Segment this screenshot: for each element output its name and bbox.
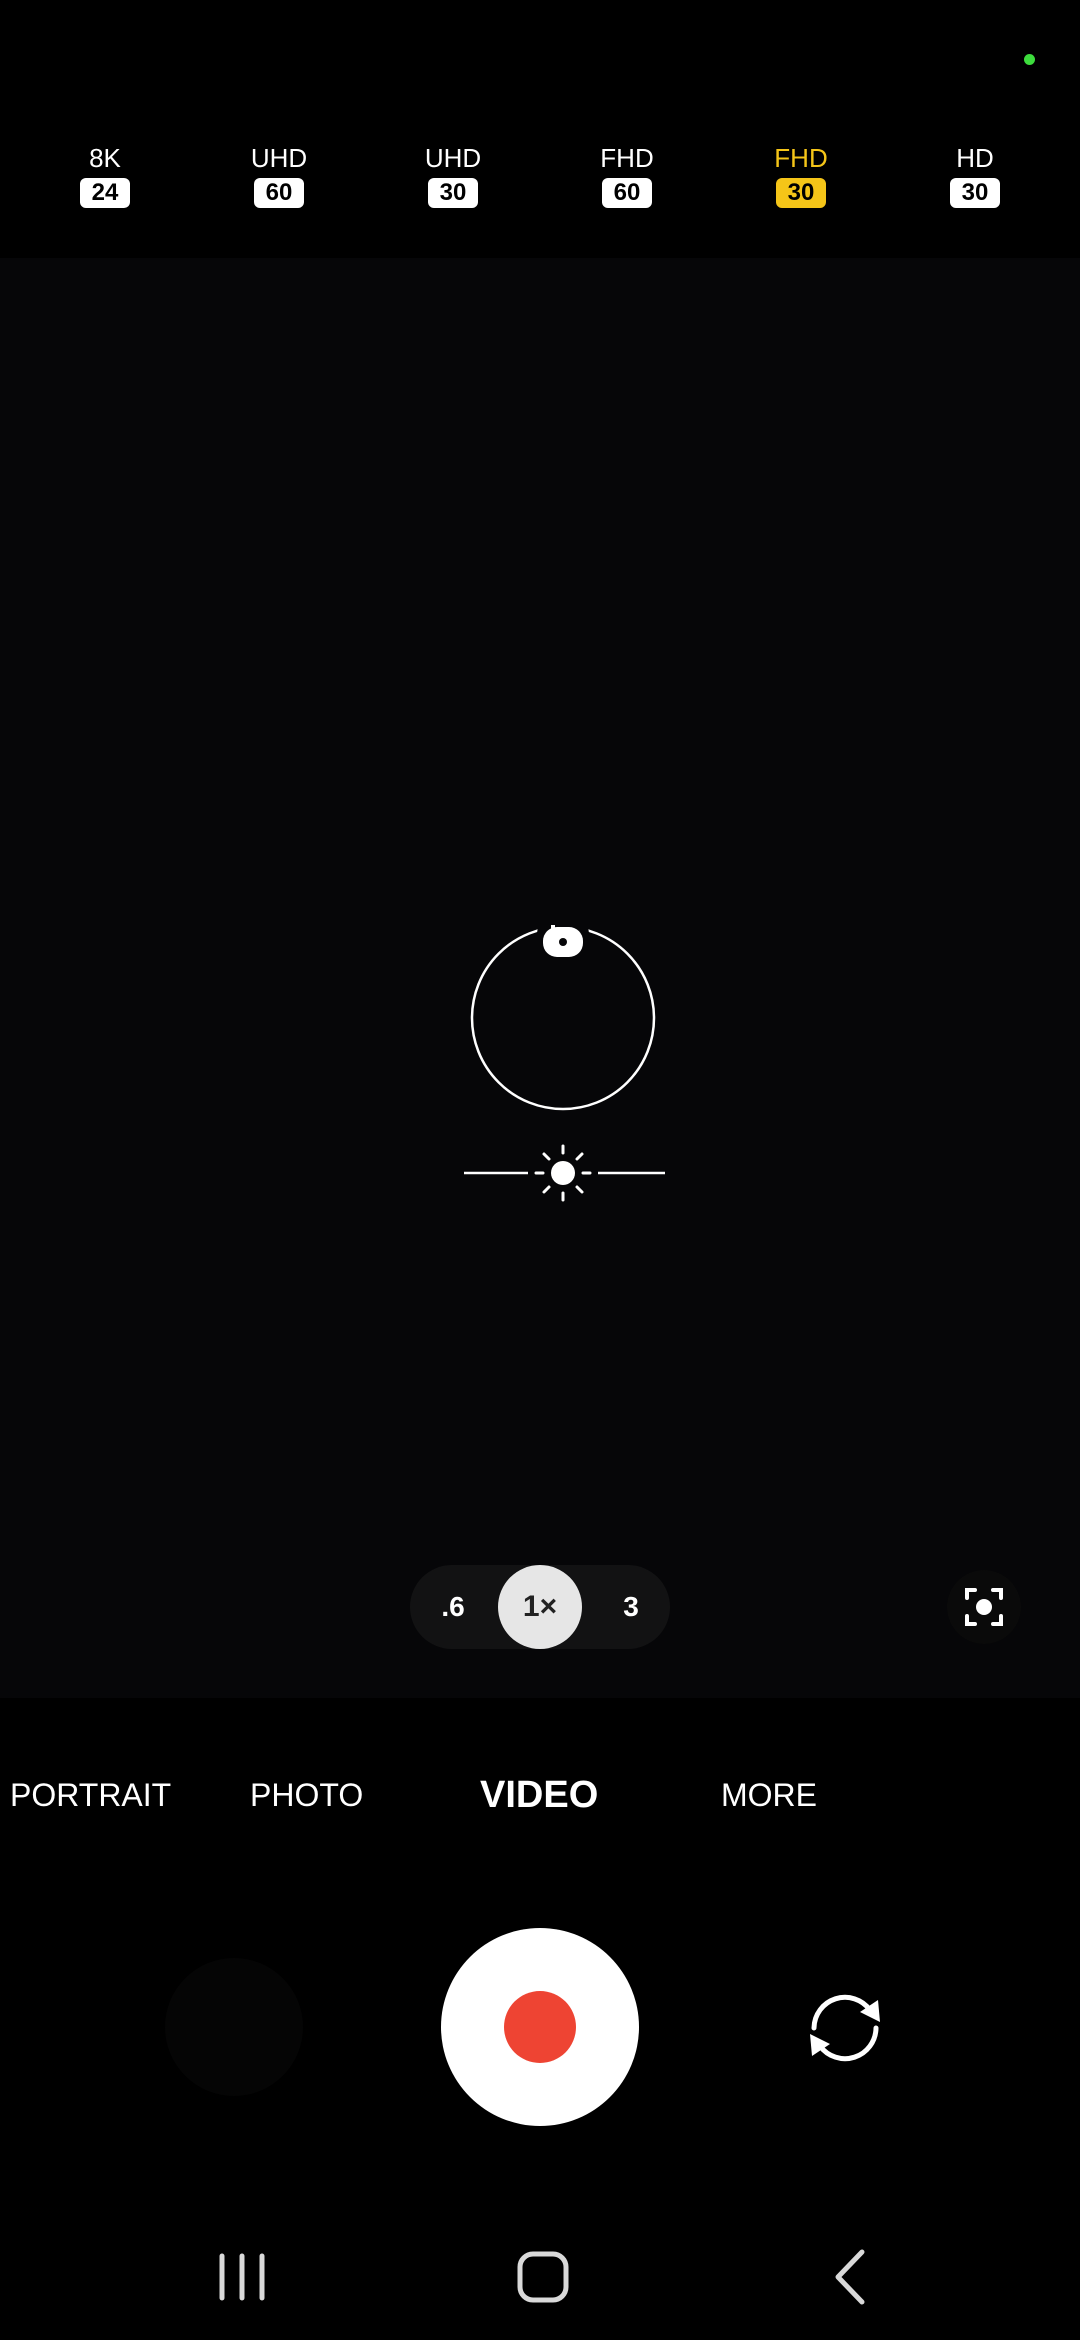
camera-mode-selector: PORTRAIT PHOTO VIDEO MORE — [0, 1760, 1080, 1830]
mode-photo[interactable]: PHOTO — [250, 1760, 363, 1830]
fps-badge: 30 — [428, 178, 478, 208]
privacy-indicator-dot — [1024, 54, 1035, 65]
zoom-3-button[interactable]: 3 — [606, 1565, 656, 1649]
recents-icon[interactable] — [202, 2242, 282, 2312]
back-icon[interactable] — [810, 2242, 890, 2312]
resolution-option-uhd-60[interactable]: UHD 60 — [219, 140, 339, 208]
gallery-thumbnail[interactable] — [165, 1958, 303, 2096]
resolution-label: UHD — [250, 143, 308, 173]
scene-optimizer-icon[interactable] — [947, 1570, 1021, 1644]
zoom-1x-button[interactable]: 1× — [498, 1565, 582, 1649]
resolution-label: FHD — [774, 143, 828, 173]
resolution-option-fhd-60[interactable]: FHD 60 — [567, 140, 687, 208]
focus-ring[interactable] — [470, 925, 656, 1111]
resolution-label: UHD — [424, 143, 482, 173]
record-button[interactable] — [441, 1928, 639, 2126]
fps-badge: 30 — [950, 178, 1000, 208]
system-navigation-bar — [0, 2220, 1080, 2340]
camera-screen: 8K 24 UHD 60 UHD 30 FHD 60 FHD 30 HD 30 — [0, 0, 1080, 2340]
resolution-option-fhd-30[interactable]: FHD 30 — [741, 140, 861, 208]
fps-badge: 24 — [80, 178, 130, 208]
mode-more[interactable]: MORE — [721, 1760, 817, 1830]
resolution-option-8k-24[interactable]: 8K 24 — [45, 140, 165, 208]
fps-badge: 60 — [254, 178, 304, 208]
record-dot-icon — [504, 1991, 576, 2063]
mode-video[interactable]: VIDEO — [480, 1760, 598, 1830]
fps-badge: 60 — [602, 178, 652, 208]
resolution-option-uhd-30[interactable]: UHD 30 — [393, 140, 513, 208]
resolution-option-hd-30[interactable]: HD 30 — [915, 140, 1035, 208]
unlock-icon[interactable] — [537, 925, 589, 961]
mode-portrait[interactable]: PORTRAIT — [10, 1760, 171, 1830]
zoom-0-6-button[interactable]: .6 — [428, 1565, 478, 1649]
resolution-label: 8K — [89, 143, 121, 173]
exposure-slider[interactable] — [462, 1143, 667, 1203]
fps-badge: 30 — [776, 178, 826, 208]
resolution-label: FHD — [600, 143, 654, 173]
resolution-selector: 8K 24 UHD 60 UHD 30 FHD 60 FHD 30 HD 30 — [0, 140, 1080, 250]
home-icon[interactable] — [504, 2242, 584, 2312]
switch-camera-icon[interactable] — [800, 1988, 890, 2068]
zoom-selector: .6 1× 3 — [410, 1565, 670, 1649]
resolution-label: HD — [956, 143, 994, 173]
